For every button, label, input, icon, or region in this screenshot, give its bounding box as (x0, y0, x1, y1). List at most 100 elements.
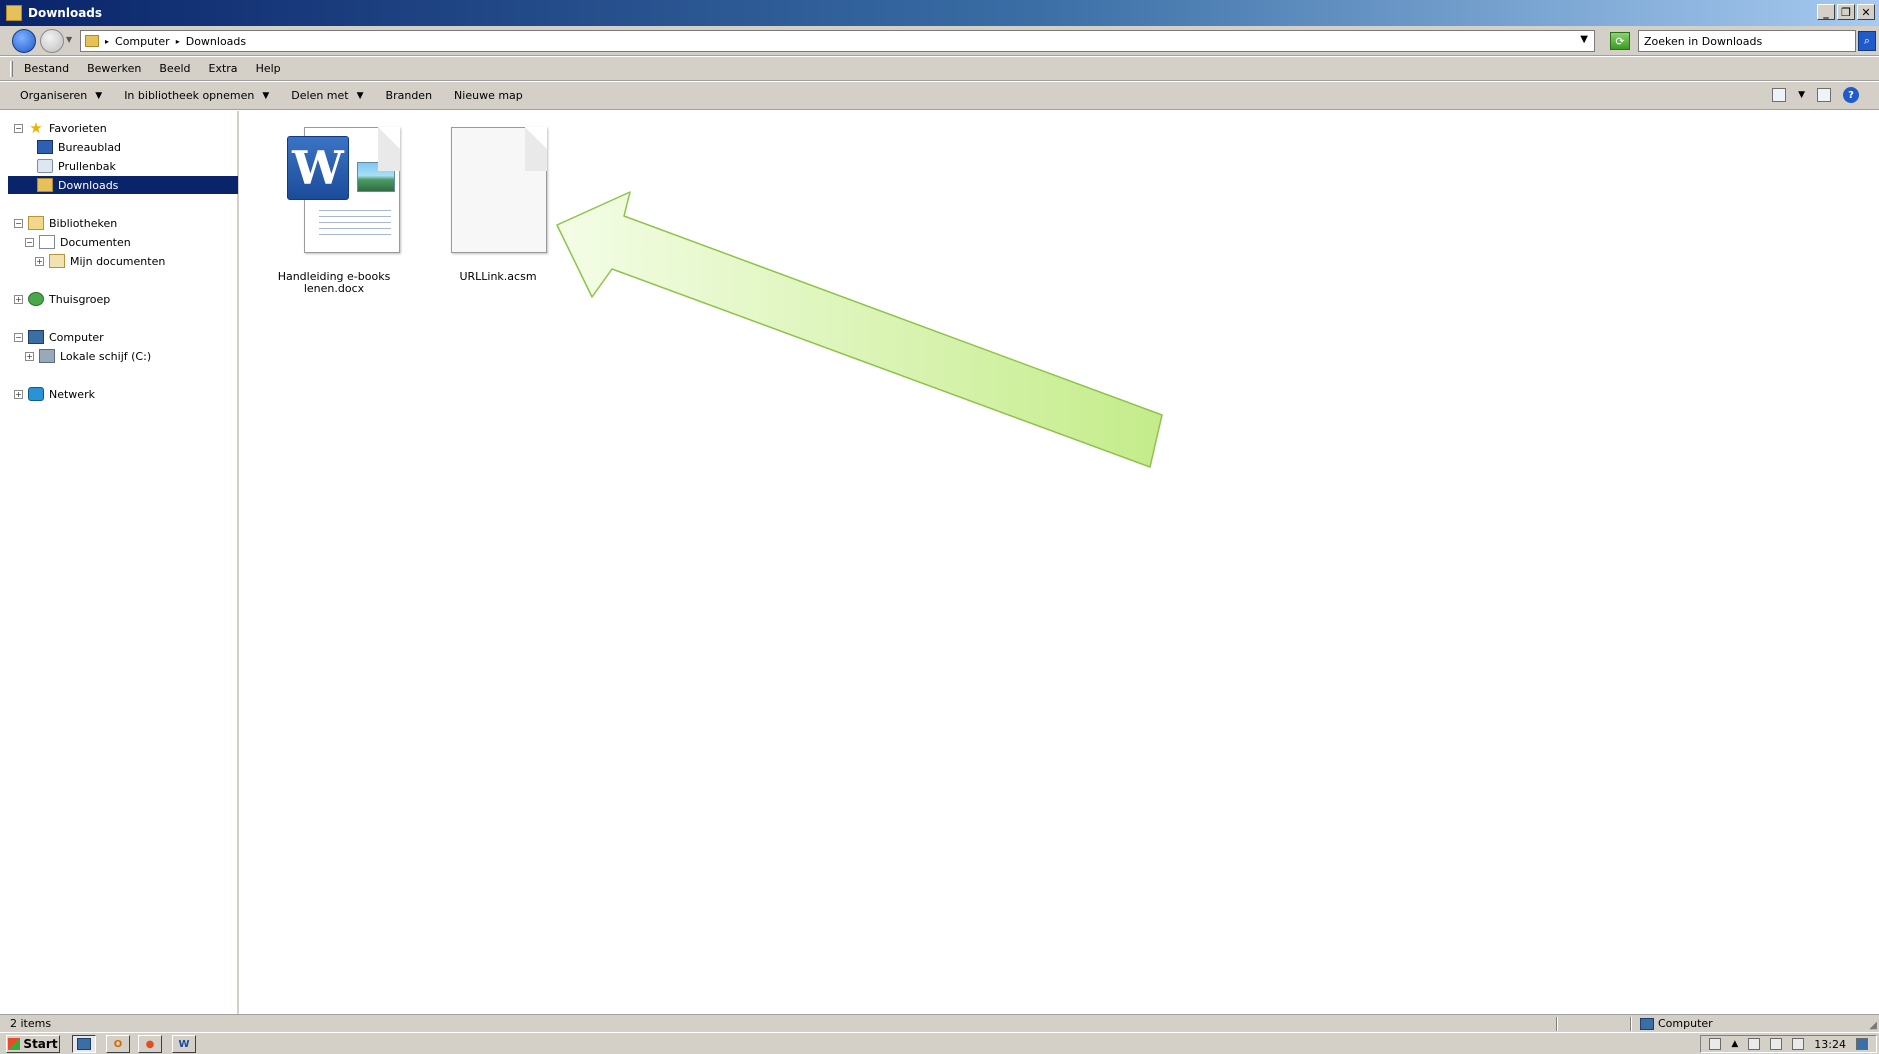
recent-pages-dropdown-icon[interactable]: ▼ (66, 35, 72, 44)
tree-downloads[interactable]: Downloads (8, 176, 238, 194)
collapse-icon[interactable]: − (14, 123, 23, 133)
menu-help[interactable]: Help (256, 62, 281, 75)
include-library-label: In bibliotheek opnemen (124, 89, 255, 102)
search-input[interactable]: Zoeken in Downloads (1638, 30, 1856, 52)
taskbar-firefox-button[interactable]: ● (138, 1035, 162, 1053)
computer-icon (1640, 1017, 1654, 1030)
chevron-right-icon[interactable]: ▸ (176, 37, 180, 46)
breadcrumb-downloads[interactable]: Downloads (186, 35, 246, 48)
tree-network[interactable]: + Netwerk (14, 385, 95, 403)
tree-desktop[interactable]: Bureaublad (37, 138, 121, 156)
window-title-bar[interactable]: Downloads _ ❐ ✕ (0, 0, 1879, 26)
printer-icon[interactable] (1709, 1038, 1722, 1050)
tree-label: Documenten (60, 235, 131, 249)
address-bar[interactable]: ▸ Computer ▸ Downloads ▼ (80, 30, 1595, 52)
tree-label: Thuisgroep (49, 292, 111, 306)
expand-icon[interactable]: + (35, 256, 44, 266)
refresh-button[interactable]: ⟳ (1610, 32, 1630, 50)
status-location: Computer (1640, 1017, 1713, 1030)
tree-label: Mijn documenten (70, 254, 166, 268)
taskbar-word-button[interactable]: W (172, 1035, 196, 1053)
close-button[interactable]: ✕ (1857, 4, 1875, 20)
clock[interactable]: 13:24 (1814, 1038, 1846, 1051)
menu-tools[interactable]: Extra (209, 62, 238, 75)
burn-button[interactable]: Branden (386, 89, 433, 102)
burn-label: Branden (385, 89, 433, 102)
organize-label: Organiseren (20, 89, 88, 102)
status-bar: 2 items Computer ◢ (0, 1014, 1879, 1032)
system-tray: ▲ 13:24 (1700, 1035, 1877, 1053)
breadcrumb-computer[interactable]: Computer (115, 35, 170, 48)
start-label: Start (23, 1037, 58, 1051)
folder-icon (49, 254, 65, 268)
collapse-icon[interactable]: − (25, 237, 34, 247)
recycle-bin-icon (37, 159, 53, 173)
firefox-icon: ● (145, 1038, 155, 1050)
tree-documents[interactable]: − Documenten (25, 233, 131, 251)
show-hidden-icons-icon[interactable]: ▲ (1731, 1039, 1738, 1049)
downloads-folder-icon (37, 178, 53, 192)
start-button[interactable]: Start (6, 1035, 60, 1053)
tree-label: Prullenbak (58, 159, 116, 173)
resize-grip[interactable]: ◢ (1869, 1020, 1877, 1031)
address-row: ▼ ▸ Computer ▸ Downloads ▼ ⟳ Zoeken in D… (0, 26, 1879, 56)
organize-button[interactable]: Organiseren ▼ (20, 89, 102, 102)
volume-icon[interactable] (1792, 1038, 1805, 1050)
view-tools: ▼ ? (1772, 87, 1859, 103)
preview-pane-icon[interactable] (1817, 88, 1831, 102)
chevron-down-icon: ▼ (262, 90, 270, 101)
menu-view[interactable]: Beeld (159, 62, 190, 75)
explorer-icon (77, 1038, 91, 1050)
include-in-library-button[interactable]: In bibliotheek opnemen ▼ (124, 89, 269, 102)
search-icon[interactable]: ⌕ (1858, 31, 1876, 51)
address-dropdown-icon[interactable]: ▼ (1580, 34, 1588, 45)
share-with-button[interactable]: Delen met ▼ (291, 89, 363, 102)
expand-icon[interactable]: + (14, 389, 23, 399)
forward-button[interactable] (40, 29, 64, 53)
arrow-shape (556, 191, 1163, 468)
tree-my-documents[interactable]: + Mijn documenten (35, 252, 165, 270)
show-desktop-icon[interactable] (1856, 1038, 1868, 1050)
chevron-down-icon: ▼ (356, 90, 364, 101)
taskbar-explorer-button[interactable] (72, 1035, 96, 1053)
new-folder-button[interactable]: Nieuwe map (454, 89, 523, 102)
restore-button[interactable]: ❐ (1837, 4, 1855, 20)
network-status-icon[interactable] (1770, 1038, 1783, 1050)
collapse-icon[interactable]: − (14, 332, 23, 342)
desktop-icon (37, 140, 53, 154)
tree-local-disk[interactable]: + Lokale schijf (C:) (25, 347, 151, 365)
tree-libraries[interactable]: − Bibliotheken (14, 214, 117, 232)
minimize-button[interactable]: _ (1817, 4, 1835, 20)
computer-icon (28, 330, 44, 344)
tree-homegroup[interactable]: + Thuisgroep (14, 290, 110, 308)
annotation-arrow (556, 191, 1163, 468)
menu-edit[interactable]: Bewerken (87, 62, 141, 75)
word-icon: W (178, 1038, 190, 1050)
chevron-down-icon: ▼ (95, 90, 103, 101)
library-icon (28, 216, 44, 230)
file-list-area[interactable]: W Handleiding e-books lenen.docx URLLink… (241, 111, 1879, 1014)
homegroup-icon (28, 292, 44, 306)
network-icon (28, 387, 44, 401)
help-icon[interactable]: ? (1843, 87, 1859, 103)
back-button[interactable] (12, 29, 36, 53)
tree-label: Netwerk (49, 387, 95, 401)
tree-computer[interactable]: − Computer (14, 328, 104, 346)
flag-icon[interactable] (1748, 1038, 1761, 1050)
tree-label: Downloads (58, 178, 119, 192)
tree-label: Bureaublad (58, 140, 122, 154)
menu-file[interactable]: Bestand (24, 62, 69, 75)
change-view-icon[interactable] (1772, 88, 1787, 102)
taskbar-outlook-button[interactable]: O (106, 1035, 130, 1053)
folder-icon (85, 35, 99, 47)
windows-logo-icon (8, 1038, 21, 1050)
tree-favorites[interactable]: − ★ Favorieten (14, 119, 107, 137)
tree-label: Favorieten (49, 121, 107, 135)
collapse-icon[interactable]: − (14, 218, 23, 228)
expand-icon[interactable]: + (25, 351, 34, 361)
tree-recycle-bin[interactable]: Prullenbak (37, 157, 116, 175)
chevron-right-icon[interactable]: ▸ (105, 37, 109, 46)
chevron-down-icon[interactable]: ▼ (1798, 90, 1805, 100)
window-title: Downloads (28, 6, 103, 20)
expand-icon[interactable]: + (14, 294, 23, 304)
